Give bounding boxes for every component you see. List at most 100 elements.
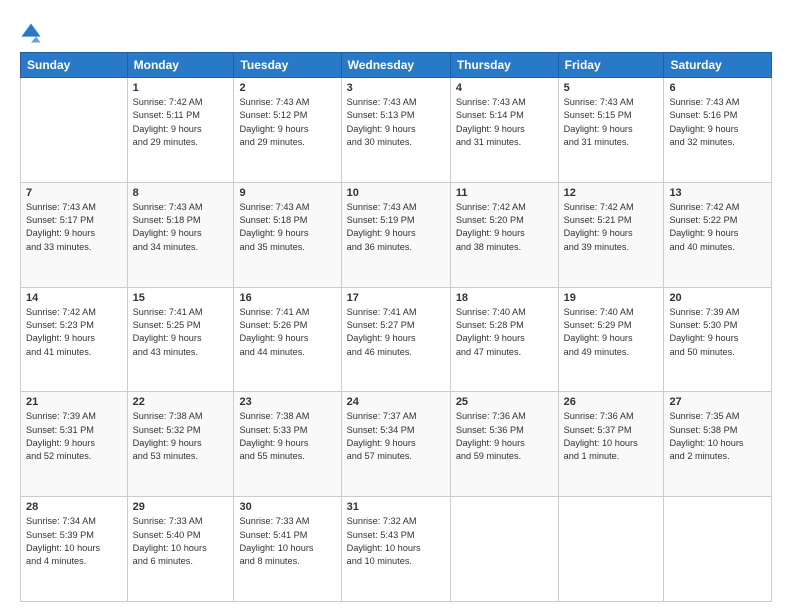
logo: [20, 22, 46, 44]
header: [20, 18, 772, 44]
day-number: 13: [669, 187, 766, 199]
calendar-cell: 19 Sunrise: 7:40 AM Sunset: 5:29 PM Dayli…: [558, 287, 664, 392]
day-number: 7: [26, 187, 122, 199]
day-number: 5: [564, 82, 659, 94]
day-number: 10: [347, 187, 445, 199]
calendar-cell: 11Sunrise: 7:42 AM Sunset: 5:20 PM Dayli…: [450, 182, 558, 287]
page: SundayMondayTuesdayWednesdayThursdayFrid…: [0, 0, 792, 612]
day-number: 2: [239, 82, 335, 94]
cell-content: Sunrise: 7:43 AM Sunset: 5:16 PM Dayligh…: [669, 96, 766, 149]
day-number: 28: [26, 501, 122, 513]
calendar-cell: 1 Sunrise: 7:42 AM Sunset: 5:11 PM Daylig…: [127, 78, 234, 183]
cell-content: Sunrise: 7:42 AM Sunset: 5:21 PM Dayligh…: [564, 201, 659, 254]
calendar-cell: 28 Sunrise: 7:34 AM Sunset: 5:39 PM Dayli…: [21, 497, 128, 602]
cell-content: Sunrise: 7:42 AM Sunset: 5:22 PM Dayligh…: [669, 201, 766, 254]
day-number: 1: [133, 82, 229, 94]
cell-content: Sunrise: 7:40 AM Sunset: 5:28 PM Dayligh…: [456, 306, 553, 359]
day-number: 20: [669, 292, 766, 304]
day-number: 30: [239, 501, 335, 513]
cell-content: Sunrise: 7:33 AM Sunset: 5:40 PM Dayligh…: [133, 515, 229, 568]
cell-content: Sunrise: 7:40 AM Sunset: 5:29 PM Dayligh…: [564, 306, 659, 359]
day-number: 16: [239, 292, 335, 304]
day-number: 9: [239, 187, 335, 199]
cell-content: Sunrise: 7:41 AM Sunset: 5:26 PM Dayligh…: [239, 306, 335, 359]
cell-content: Sunrise: 7:37 AM Sunset: 5:34 PM Dayligh…: [347, 410, 445, 463]
day-number: 18: [456, 292, 553, 304]
calendar-cell: 15 Sunrise: 7:41 AM Sunset: 5:25 PM Dayli…: [127, 287, 234, 392]
day-number: 25: [456, 396, 553, 408]
day-number: 27: [669, 396, 766, 408]
cell-content: Sunrise: 7:43 AM Sunset: 5:14 PM Dayligh…: [456, 96, 553, 149]
cell-content: Sunrise: 7:38 AM Sunset: 5:32 PM Dayligh…: [133, 410, 229, 463]
calendar-cell: 23Sunrise: 7:38 AM Sunset: 5:33 PM Dayli…: [234, 392, 341, 497]
week-row-3: 21Sunrise: 7:39 AM Sunset: 5:31 PM Dayli…: [21, 392, 772, 497]
day-number: 21: [26, 396, 122, 408]
day-number: 31: [347, 501, 445, 513]
calendar-cell: 3Sunrise: 7:43 AM Sunset: 5:13 PM Daylig…: [341, 78, 450, 183]
cell-content: Sunrise: 7:43 AM Sunset: 5:15 PM Dayligh…: [564, 96, 659, 149]
day-number: 8: [133, 187, 229, 199]
cell-content: Sunrise: 7:43 AM Sunset: 5:18 PM Dayligh…: [133, 201, 229, 254]
calendar-table: SundayMondayTuesdayWednesdayThursdayFrid…: [20, 52, 772, 602]
calendar-cell: 26 Sunrise: 7:36 AM Sunset: 5:37 PM Dayli…: [558, 392, 664, 497]
calendar-cell: 5 Sunrise: 7:43 AM Sunset: 5:15 PM Daylig…: [558, 78, 664, 183]
day-header-tuesday: Tuesday: [234, 53, 341, 78]
week-row-2: 14 Sunrise: 7:42 AM Sunset: 5:23 PM Dayli…: [21, 287, 772, 392]
calendar-cell: 22 Sunrise: 7:38 AM Sunset: 5:32 PM Dayli…: [127, 392, 234, 497]
cell-content: Sunrise: 7:42 AM Sunset: 5:11 PM Dayligh…: [133, 96, 229, 149]
week-row-1: 7 Sunrise: 7:43 AM Sunset: 5:17 PM Daylig…: [21, 182, 772, 287]
calendar-cell: 24 Sunrise: 7:37 AM Sunset: 5:34 PM Dayli…: [341, 392, 450, 497]
calendar-cell: 18 Sunrise: 7:40 AM Sunset: 5:28 PM Dayli…: [450, 287, 558, 392]
calendar-cell: 7 Sunrise: 7:43 AM Sunset: 5:17 PM Daylig…: [21, 182, 128, 287]
calendar-cell: 31 Sunrise: 7:32 AM Sunset: 5:43 PM Dayli…: [341, 497, 450, 602]
cell-content: Sunrise: 7:41 AM Sunset: 5:27 PM Dayligh…: [347, 306, 445, 359]
day-header-sunday: Sunday: [21, 53, 128, 78]
day-number: 19: [564, 292, 659, 304]
day-header-monday: Monday: [127, 53, 234, 78]
calendar-cell: 25 Sunrise: 7:36 AM Sunset: 5:36 PM Dayli…: [450, 392, 558, 497]
day-number: 26: [564, 396, 659, 408]
calendar-cell: 27 Sunrise: 7:35 AM Sunset: 5:38 PM Dayli…: [664, 392, 772, 497]
day-number: 15: [133, 292, 229, 304]
cell-content: Sunrise: 7:33 AM Sunset: 5:41 PM Dayligh…: [239, 515, 335, 568]
cell-content: Sunrise: 7:32 AM Sunset: 5:43 PM Dayligh…: [347, 515, 445, 568]
cell-content: Sunrise: 7:36 AM Sunset: 5:36 PM Dayligh…: [456, 410, 553, 463]
cell-content: Sunrise: 7:43 AM Sunset: 5:17 PM Dayligh…: [26, 201, 122, 254]
calendar-cell: 8 Sunrise: 7:43 AM Sunset: 5:18 PM Daylig…: [127, 182, 234, 287]
day-number: 17: [347, 292, 445, 304]
calendar-cell: 29Sunrise: 7:33 AM Sunset: 5:40 PM Dayli…: [127, 497, 234, 602]
day-number: 22: [133, 396, 229, 408]
calendar-cell: 9 Sunrise: 7:43 AM Sunset: 5:18 PM Daylig…: [234, 182, 341, 287]
calendar-cell: 14 Sunrise: 7:42 AM Sunset: 5:23 PM Dayli…: [21, 287, 128, 392]
cell-content: Sunrise: 7:43 AM Sunset: 5:12 PM Dayligh…: [239, 96, 335, 149]
day-header-friday: Friday: [558, 53, 664, 78]
calendar-cell: [21, 78, 128, 183]
calendar-cell: [450, 497, 558, 602]
cell-content: Sunrise: 7:39 AM Sunset: 5:30 PM Dayligh…: [669, 306, 766, 359]
calendar-cell: 20 Sunrise: 7:39 AM Sunset: 5:30 PM Dayli…: [664, 287, 772, 392]
week-row-4: 28 Sunrise: 7:34 AM Sunset: 5:39 PM Dayli…: [21, 497, 772, 602]
calendar-cell: 21Sunrise: 7:39 AM Sunset: 5:31 PM Dayli…: [21, 392, 128, 497]
day-number: 14: [26, 292, 122, 304]
cell-content: Sunrise: 7:35 AM Sunset: 5:38 PM Dayligh…: [669, 410, 766, 463]
cell-content: Sunrise: 7:41 AM Sunset: 5:25 PM Dayligh…: [133, 306, 229, 359]
cell-content: Sunrise: 7:42 AM Sunset: 5:23 PM Dayligh…: [26, 306, 122, 359]
cell-content: Sunrise: 7:43 AM Sunset: 5:13 PM Dayligh…: [347, 96, 445, 149]
cell-content: Sunrise: 7:42 AM Sunset: 5:20 PM Dayligh…: [456, 201, 553, 254]
cell-content: Sunrise: 7:36 AM Sunset: 5:37 PM Dayligh…: [564, 410, 659, 463]
header-row: SundayMondayTuesdayWednesdayThursdayFrid…: [21, 53, 772, 78]
calendar-cell: 4 Sunrise: 7:43 AM Sunset: 5:14 PM Daylig…: [450, 78, 558, 183]
calendar-cell: 13 Sunrise: 7:42 AM Sunset: 5:22 PM Dayli…: [664, 182, 772, 287]
day-number: 12: [564, 187, 659, 199]
calendar-cell: 30 Sunrise: 7:33 AM Sunset: 5:41 PM Dayli…: [234, 497, 341, 602]
day-number: 24: [347, 396, 445, 408]
calendar-cell: [664, 497, 772, 602]
cell-content: Sunrise: 7:34 AM Sunset: 5:39 PM Dayligh…: [26, 515, 122, 568]
calendar-cell: 6Sunrise: 7:43 AM Sunset: 5:16 PM Daylig…: [664, 78, 772, 183]
week-row-0: 1 Sunrise: 7:42 AM Sunset: 5:11 PM Daylig…: [21, 78, 772, 183]
day-number: 23: [239, 396, 335, 408]
calendar-cell: 16 Sunrise: 7:41 AM Sunset: 5:26 PM Dayli…: [234, 287, 341, 392]
day-number: 4: [456, 82, 553, 94]
cell-content: Sunrise: 7:43 AM Sunset: 5:18 PM Dayligh…: [239, 201, 335, 254]
logo-icon: [20, 22, 42, 44]
